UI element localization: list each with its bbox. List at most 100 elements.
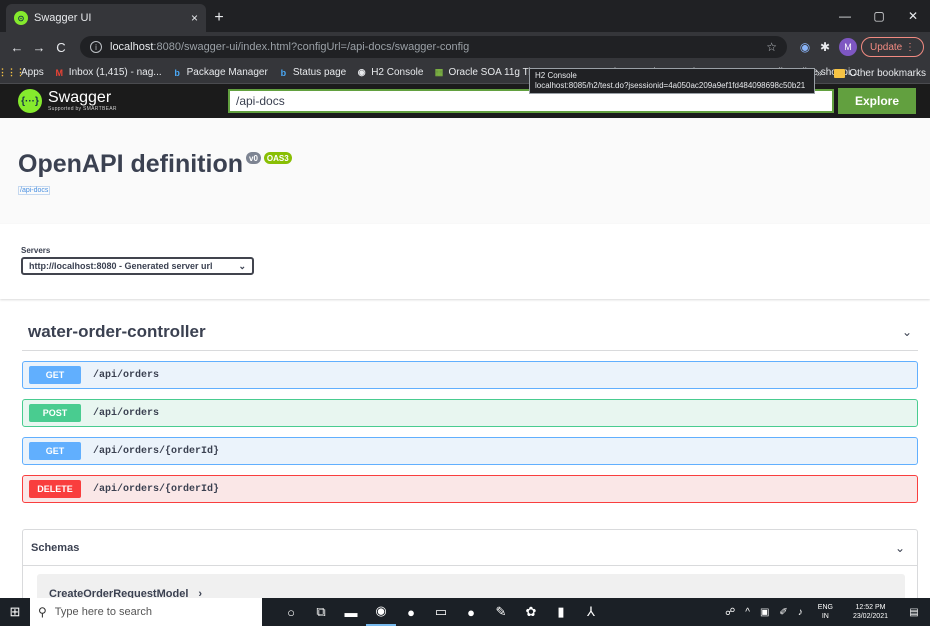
swagger-logo[interactable]: {···} Swagger Supported by SMARTBEAR [18,89,228,113]
settings-icon[interactable]: ✿ [516,598,546,626]
bookmark-item[interactable]: b Status page [278,67,347,78]
bookmark-item[interactable]: ⋮⋮⋮ Apps [0,67,44,78]
tab-strip: ⊙ Swagger UI × + — ▢ ✕ [0,0,930,32]
reload-icon[interactable]: C [50,40,72,55]
pen-icon[interactable]: ✐ [779,607,787,618]
site-info-icon[interactable]: i [90,41,102,53]
tooltip-title: H2 Console [535,71,577,80]
search-placeholder: Type here to search [54,606,153,618]
operation-path: /api/orders/{orderId} [93,483,220,495]
chevron-down-icon: ⌄ [238,260,246,271]
notifications-icon[interactable]: ▤ [903,607,925,618]
bookmark-item[interactable]: ▦ Oracle SOA 11g Tip... [433,67,545,78]
close-window-icon[interactable]: ✕ [896,9,930,23]
tag-header[interactable]: water-order-controller ⌄ [22,313,918,351]
api-docs-link[interactable]: /api-docs [18,186,51,195]
terminal-icon[interactable]: ▭ [426,598,456,626]
operation-delete-order[interactable]: DELETE /api/orders/{orderId} [22,475,918,503]
swagger-logo-icon: {···} [18,89,42,113]
other-bookmarks[interactable]: Other bookmarks [849,68,926,79]
eclipse-icon[interactable]: ● [396,598,426,626]
bookmark-item[interactable]: M Inbox (1,415) - nag... [54,67,162,78]
tab-close-icon[interactable]: × [191,11,198,25]
schemas-title: Schemas [31,541,80,554]
back-icon[interactable]: ← [6,40,28,55]
bookmark-label: Inbox (1,415) - nag... [68,67,162,78]
network-icon[interactable]: ▣ [760,607,769,618]
bing-icon: b [174,67,180,78]
operation-path: /api/orders [93,407,160,419]
tab-title: Swagger UI [34,12,92,24]
schemas-header[interactable]: Schemas ⌄ [23,530,917,566]
bookmark-item[interactable]: b Package Manager [172,67,268,78]
editor-icon[interactable]: ✎ [486,598,516,626]
windows-taskbar: ⊞ ⚲ Type here to search ○ ⧉ ▬ ◉ ● ▭ ● ✎ ✿ ▮ ⅄ ☍ ^ … [0,598,930,626]
task-view-icon[interactable]: ⧉ [306,598,336,626]
forward-icon[interactable]: → [28,40,50,55]
tag-collapse-icon[interactable]: ⌄ [902,325,912,339]
window-controls: — ▢ ✕ [828,0,930,32]
schemas-collapse-icon[interactable]: ⌄ [895,541,905,555]
bookmark-label: Package Manager [186,67,268,78]
acrobat-icon[interactable]: ⅄ [576,598,606,626]
extension-eye-icon[interactable]: ◉ [795,40,815,54]
operation-path: /api/orders/{orderId} [93,445,220,457]
clock-date: 23/02/2021 [852,613,888,620]
minimize-icon[interactable]: — [828,9,862,23]
address-bar[interactable]: i localhost :8080/swagger-ui/index.html?… [80,36,787,58]
bing-icon: b [280,67,287,78]
people-icon[interactable]: ☍ [725,607,735,618]
update-button[interactable]: Update ⋮ [860,37,924,57]
operations-section: water-order-controller ⌄ GET /api/orders… [0,299,930,503]
postman-icon[interactable]: ● [456,598,486,626]
document-icon[interactable]: ▮ [546,598,576,626]
blogger-icon: ▦ [434,67,444,77]
operation-path: /api/orders [93,369,160,381]
servers-selected-value: http://localhost:8080 - Generated server… [29,261,213,271]
bookmark-tooltip: H2 Console localhost:8085/h2/test.do?jse… [529,68,815,94]
version-badge: v0 [246,152,261,164]
servers-select[interactable]: http://localhost:8080 - Generated server… [21,257,254,275]
http-method-badge: GET [29,442,81,460]
chrome-icon[interactable]: ◉ [366,598,396,626]
explore-button[interactable]: Explore [838,88,916,114]
gmail-icon: M [55,67,64,78]
oas-badge: OAS3 [263,152,292,164]
url-path: :8080/swagger-ui/index.html?configUrl=/a… [153,41,470,53]
bookmark-star-icon[interactable]: ☆ [766,40,777,54]
new-tab-button[interactable]: + [206,4,232,32]
apps-grid-icon: ⋮⋮⋮ [0,67,25,77]
folder-icon [834,68,846,78]
browser-tab[interactable]: ⊙ Swagger UI × [6,4,206,32]
profile-avatar[interactable]: M [838,38,857,56]
url-host: localhost [110,41,154,53]
bookmarks-overflow-icon[interactable]: » [817,68,823,79]
globe-icon: ◉ [357,67,366,77]
extensions-puzzle-icon[interactable]: ✱ [815,40,835,54]
http-method-badge: DELETE [29,480,81,498]
taskbar-clock[interactable]: 12:52 PM 23/02/2021 [848,603,893,621]
bookmark-label: Status page [292,67,347,78]
file-explorer-icon[interactable]: ▬ [336,598,366,626]
page-title: OpenAPI definition [18,150,243,178]
restore-icon[interactable]: ▢ [862,9,896,23]
bookmark-label: Apps [21,67,44,78]
operation-post-orders[interactable]: POST /api/orders [22,399,918,427]
windows-start-icon[interactable]: ⊞ [0,604,30,620]
cortana-icon[interactable]: ○ [276,598,306,626]
taskbar-apps: ○ ⧉ ▬ ◉ ● ▭ ● ✎ ✿ ▮ ⅄ [276,598,606,626]
tray-overflow-icon[interactable]: ^ [745,607,750,618]
operation-get-orders[interactable]: GET /api/orders [22,361,918,389]
servers-section: Servers http://localhost:8080 - Generate… [0,224,930,299]
bookmark-label: H2 Console [371,67,424,78]
operation-get-order-by-id[interactable]: GET /api/orders/{orderId} [22,437,918,465]
bookmark-item[interactable]: ◉ H2 Console [356,67,424,78]
swagger-logo-sub: Supported by SMARTBEAR [48,105,117,112]
bookmarks-right: » Other bookmarks [817,62,926,84]
swagger-logo-name: Swagger [48,88,112,106]
language-indicator[interactable]: ENG IN [813,603,838,621]
more-menu-icon: ⋮ [905,41,915,53]
sound-icon[interactable]: ♪ [798,607,803,618]
swagger-favicon-icon: ⊙ [14,11,28,25]
taskbar-search-input[interactable]: ⚲ Type here to search [30,598,262,626]
